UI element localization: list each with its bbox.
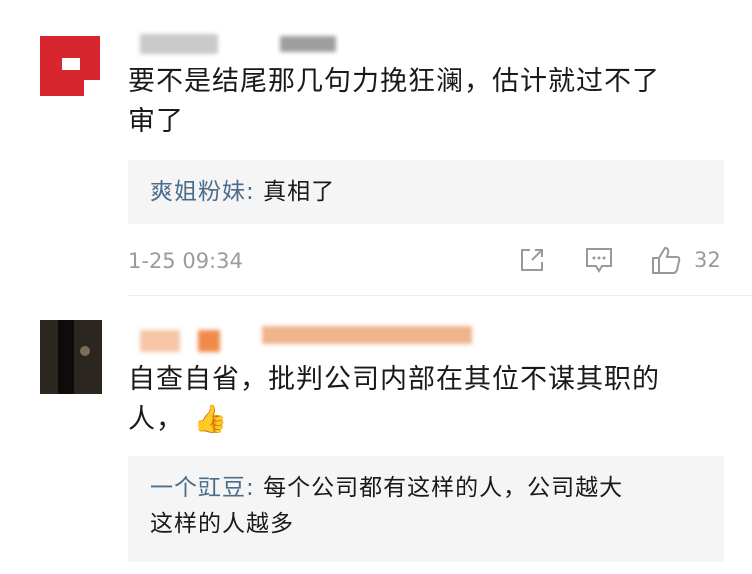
comment-icon	[586, 248, 612, 273]
username-blurred[interactable]	[140, 34, 218, 54]
comment-text: 自查自省，批判公司内部在其位不谋其职的 人， 👍	[128, 360, 738, 440]
comment-line: 审了	[128, 106, 184, 137]
comment-line: 自查自省，批判公司内部在其位不谋其职的	[128, 364, 660, 395]
reply-line: 一个豇豆: 每个公司都有这样的人，公司越大	[150, 470, 710, 506]
comment-line: 要不是结尾那几句力挽狂澜，估计就过不了	[128, 66, 660, 97]
comment-text: 要不是结尾那几句力挽狂澜，估计就过不了 审了	[128, 62, 738, 142]
divider	[128, 295, 752, 296]
username-blurred	[198, 330, 220, 352]
reply-separator: :	[246, 475, 264, 501]
reply-separator: :	[246, 179, 264, 205]
reply-box[interactable]: 一个豇豆: 每个公司都有这样的人，公司越大 这样的人越多	[128, 456, 724, 562]
thumbs-up-icon	[652, 246, 681, 274]
comment-line: 人， 👍	[128, 400, 738, 440]
avatar-decoration	[58, 320, 74, 394]
comment-timestamp: 1-25 09:34	[128, 249, 243, 273]
avatar-decoration	[84, 80, 102, 98]
avatar[interactable]	[40, 36, 102, 98]
user-badge-blurred	[262, 326, 472, 344]
reply-text: 每个公司都有这样的人，公司越大	[263, 475, 624, 501]
thumbs-up-emoji: 👍	[193, 404, 229, 435]
reply: 爽姐粉妹: 真相了	[150, 174, 335, 210]
user-badge-blurred	[280, 36, 336, 52]
reply-username[interactable]: 爽姐粉妹	[150, 179, 246, 205]
username-blurred[interactable]	[140, 330, 180, 352]
reply: 一个豇豆: 每个公司都有这样的人，公司越大 这样的人越多	[150, 470, 710, 542]
reply-text: 真相了	[263, 179, 336, 205]
comment-button[interactable]	[584, 246, 616, 276]
share-button[interactable]	[518, 246, 548, 276]
avatar-decoration	[62, 58, 80, 70]
avatar-decoration	[80, 346, 90, 356]
like-count: 32	[694, 248, 721, 272]
like-button[interactable]: 32	[650, 244, 730, 276]
comment-text-segment: 人，	[128, 404, 184, 435]
share-icon	[521, 249, 543, 271]
reply-box[interactable]: 爽姐粉妹: 真相了	[128, 160, 724, 224]
avatar[interactable]	[40, 320, 102, 394]
reply-text: 这样的人越多	[150, 511, 294, 537]
reply-username[interactable]: 一个豇豆	[150, 475, 246, 501]
